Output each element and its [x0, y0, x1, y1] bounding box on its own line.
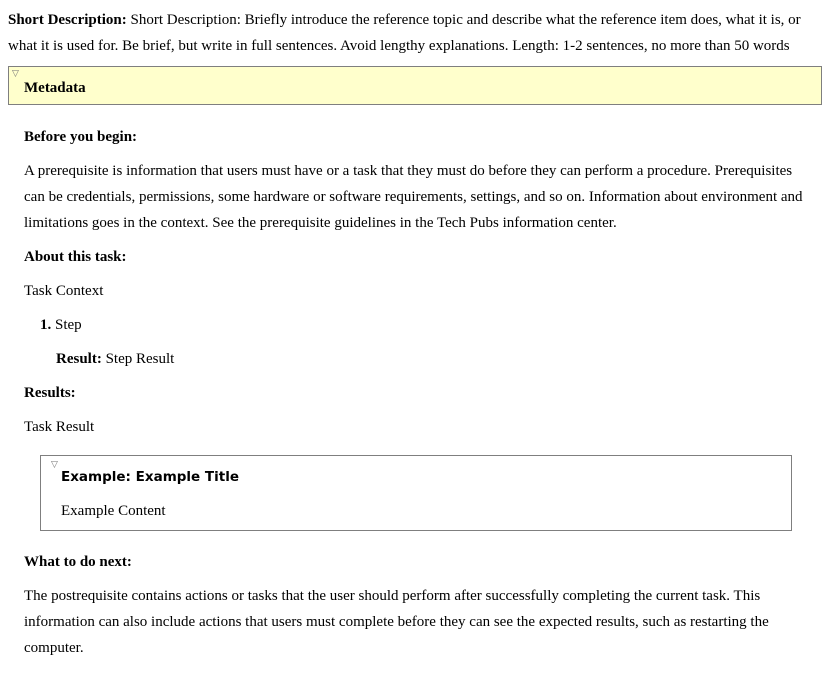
example-content: Example Content	[61, 503, 166, 519]
postreq-heading: What to do next:	[24, 554, 132, 570]
prereq-heading: Before you begin:	[24, 129, 138, 145]
collapse-toggle-icon[interactable]: ▽	[51, 461, 58, 470]
step-result-label: Result:	[56, 351, 102, 367]
result-text: Task Result	[24, 419, 95, 435]
context-text: Task Context	[24, 283, 104, 299]
example-box[interactable]: ▽ Example: Example Title Example Content	[40, 455, 792, 531]
step-text: Step	[55, 317, 82, 333]
postreq-text: The postrequisite contains actions or ta…	[24, 588, 769, 656]
step-result-text: Step Result	[105, 351, 175, 367]
short-description-label: Short Description:	[8, 12, 127, 28]
short-description: Short Description: Short Description: Br…	[8, 7, 823, 59]
short-description-text: Short Description: Briefly introduce the…	[8, 12, 801, 54]
step-item: 1. Step	[40, 316, 82, 334]
step-result: Result: Step Result	[56, 350, 174, 368]
metadata-title: Metadata	[24, 80, 86, 96]
collapse-toggle-icon[interactable]: ▽	[12, 70, 19, 79]
example-title: Example: Example Title	[61, 469, 239, 485]
metadata-section[interactable]: ▽ Metadata	[8, 66, 822, 105]
step-number: 1.	[40, 317, 52, 333]
prereq-text: A prerequisite is information that users…	[24, 163, 803, 231]
result-heading: Results:	[24, 385, 76, 401]
context-heading: About this task:	[24, 249, 127, 265]
